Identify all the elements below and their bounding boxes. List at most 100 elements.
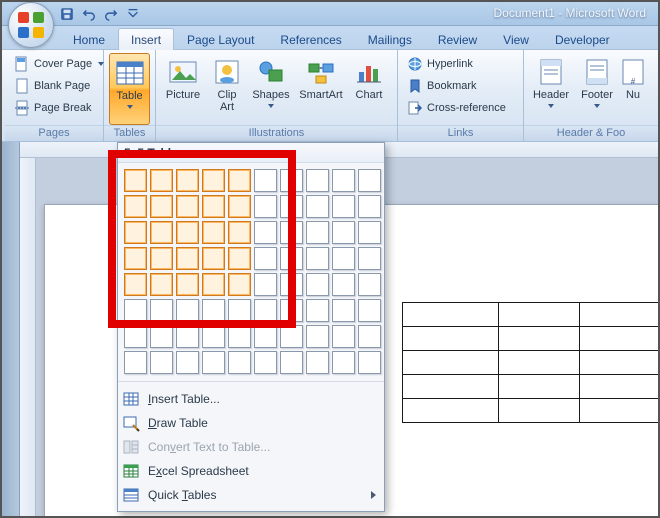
grid-cell[interactable] [254,169,277,192]
grid-cell[interactable] [280,195,303,218]
quick-tables-menu-item[interactable]: Quick Tables [118,483,384,507]
grid-cell[interactable] [306,195,329,218]
picture-button[interactable]: Picture [161,53,205,125]
excel-spreadsheet-menu-item[interactable]: Excel Spreadsheet [118,459,384,483]
grid-cell[interactable] [176,273,199,296]
grid-cell[interactable] [228,325,251,348]
grid-cell[interactable] [254,195,277,218]
grid-cell[interactable] [124,247,147,270]
grid-cell[interactable] [150,273,173,296]
grid-cell[interactable] [150,351,173,374]
grid-cell[interactable] [332,195,355,218]
grid-cell[interactable] [176,221,199,244]
grid-cell[interactable] [228,273,251,296]
qat-redo-button[interactable] [102,5,120,23]
qat-save-button[interactable] [58,5,76,23]
qat-undo-button[interactable] [80,5,98,23]
grid-cell[interactable] [332,169,355,192]
table-cell[interactable] [499,303,579,327]
table-cell[interactable] [499,399,579,423]
office-button[interactable] [8,2,54,48]
draw-table-menu-item[interactable]: Draw Table [118,411,384,435]
grid-cell[interactable] [254,247,277,270]
grid-cell[interactable] [332,325,355,348]
table-cell[interactable] [579,351,658,375]
grid-cell[interactable] [332,221,355,244]
grid-cell[interactable] [254,351,277,374]
grid-cell[interactable] [280,351,303,374]
grid-cell[interactable] [254,273,277,296]
table-size-grid[interactable] [124,169,378,374]
tab-references[interactable]: References [267,28,354,50]
grid-cell[interactable] [228,169,251,192]
grid-cell[interactable] [124,273,147,296]
grid-cell[interactable] [358,273,381,296]
grid-cell[interactable] [306,299,329,322]
table-cell[interactable] [499,327,579,351]
grid-cell[interactable] [306,351,329,374]
grid-cell[interactable] [176,195,199,218]
grid-cell[interactable] [280,299,303,322]
grid-cell[interactable] [202,221,225,244]
clip-art-button[interactable]: Clip Art [207,53,247,125]
grid-cell[interactable] [280,273,303,296]
table-cell[interactable] [403,303,499,327]
grid-cell[interactable] [202,169,225,192]
grid-cell[interactable] [150,195,173,218]
grid-cell[interactable] [306,221,329,244]
grid-cell[interactable] [280,325,303,348]
smartart-button[interactable]: SmartArt [295,53,347,125]
grid-cell[interactable] [202,273,225,296]
grid-cell[interactable] [124,299,147,322]
grid-cell[interactable] [254,325,277,348]
tab-view[interactable]: View [490,28,542,50]
grid-cell[interactable] [176,351,199,374]
grid-cell[interactable] [358,351,381,374]
grid-cell[interactable] [358,221,381,244]
grid-cell[interactable] [150,169,173,192]
grid-cell[interactable] [124,195,147,218]
shapes-button[interactable]: Shapes [249,53,293,125]
grid-cell[interactable] [228,221,251,244]
qat-customize-button[interactable] [124,5,142,23]
grid-cell[interactable] [176,299,199,322]
grid-cell[interactable] [150,247,173,270]
grid-cell[interactable] [306,247,329,270]
cover-page-button[interactable]: Cover Page [10,53,108,75]
grid-cell[interactable] [202,351,225,374]
grid-cell[interactable] [280,169,303,192]
table-button[interactable]: Table [109,53,150,125]
grid-cell[interactable] [332,247,355,270]
grid-cell[interactable] [358,247,381,270]
table-cell[interactable] [499,351,579,375]
table-cell[interactable] [403,375,499,399]
header-button[interactable]: Header [529,53,573,125]
grid-cell[interactable] [228,195,251,218]
chart-button[interactable]: Chart [349,53,389,125]
grid-cell[interactable] [332,299,355,322]
table-cell[interactable] [403,399,499,423]
footer-button[interactable]: Footer [575,53,619,125]
grid-cell[interactable] [358,325,381,348]
tab-insert[interactable]: Insert [118,28,174,50]
page-break-button[interactable]: Page Break [10,97,95,119]
grid-cell[interactable] [280,247,303,270]
grid-cell[interactable] [228,247,251,270]
grid-cell[interactable] [306,325,329,348]
grid-cell[interactable] [150,325,173,348]
tab-home[interactable]: Home [60,28,118,50]
grid-cell[interactable] [254,299,277,322]
grid-cell[interactable] [202,299,225,322]
grid-cell[interactable] [228,299,251,322]
tab-developer[interactable]: Developer [542,28,623,50]
grid-cell[interactable] [332,351,355,374]
grid-cell[interactable] [228,351,251,374]
grid-cell[interactable] [202,247,225,270]
vertical-ruler[interactable] [20,158,36,516]
grid-cell[interactable] [306,273,329,296]
grid-cell[interactable] [176,325,199,348]
grid-cell[interactable] [124,169,147,192]
table-cell[interactable] [579,303,658,327]
table-cell[interactable] [403,351,499,375]
grid-cell[interactable] [358,299,381,322]
